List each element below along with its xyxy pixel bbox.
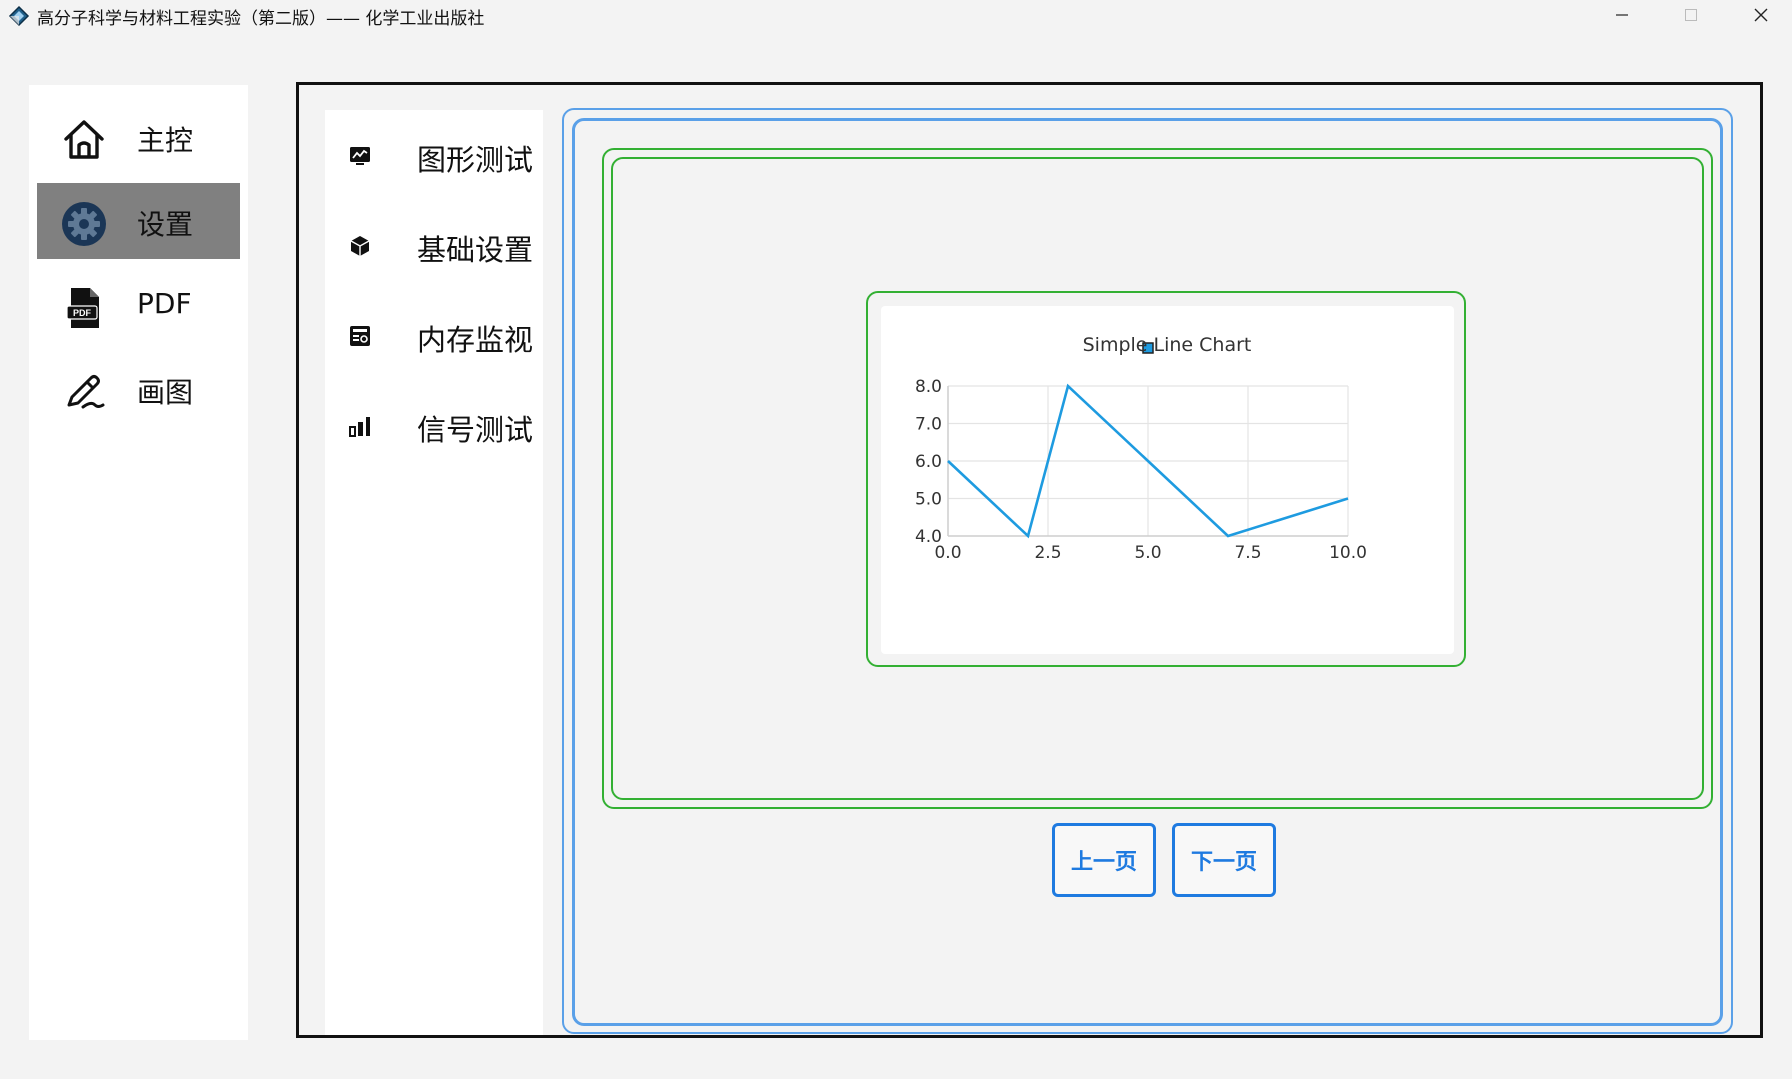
nav-label: 画图 <box>137 376 194 409</box>
app-logo-icon <box>8 5 30 27</box>
y-tick-label: 6.0 <box>915 452 942 472</box>
close-icon <box>1754 8 1768 22</box>
minimize-icon <box>1616 14 1628 16</box>
subnav-label: 基础设置 <box>417 233 534 267</box>
nav-label: 主控 <box>137 124 194 157</box>
prev-page-button[interactable]: 上一页 <box>1052 823 1156 897</box>
y-tick-label: 4.0 <box>915 527 942 547</box>
x-tick-labels: 0.0 2.5 5.0 7.5 10.0 <box>934 543 1366 563</box>
svg-text:PDF: PDF <box>73 308 92 318</box>
nav-item-draw[interactable]: 画图 <box>37 351 240 427</box>
pdf-file-icon: PDF <box>61 285 107 331</box>
maximize-icon <box>1685 9 1697 21</box>
chart-monitor-icon <box>347 143 373 169</box>
gear-icon <box>61 201 107 247</box>
nav-item-pdf[interactable]: PDF PDF <box>37 267 240 343</box>
subnav-label: 信号测试 <box>417 413 534 447</box>
y-tick-labels: 4.0 5.0 6.0 7.0 8.0 <box>915 377 942 547</box>
y-tick-label: 8.0 <box>915 377 942 397</box>
nav-label: 设置 <box>137 208 194 241</box>
maximize-button[interactable] <box>1663 0 1719 30</box>
x-tick-label: 10.0 <box>1329 543 1367 563</box>
line-chart: 0.0 2.5 5.0 7.5 10.0 4.05.06.07.08.0 Simple … <box>915 334 1367 563</box>
nav-item-main-control[interactable]: 主控 <box>37 99 240 175</box>
home-icon <box>61 117 107 163</box>
y-tick-label: 7.0 <box>915 415 942 435</box>
main-sidebar: 主控 设置 PDF PDF 画图 <box>29 85 248 1040</box>
cube-icon <box>347 233 373 259</box>
x-tick-label: 7.5 <box>1234 543 1261 563</box>
close-button[interactable] <box>1733 0 1789 30</box>
window-title: 高分子科学与材料工程实验（第二版）—— 化学工业出版社 <box>37 9 485 29</box>
subnav-label: 图形测试 <box>417 143 534 177</box>
pen-icon <box>61 369 107 415</box>
next-page-button[interactable]: 下一页 <box>1172 823 1276 897</box>
settings-subnav: 图形测试 基础设置 内存监视 信号测试 <box>325 110 543 1035</box>
y-tick-label: 5.0 <box>915 490 942 510</box>
subnav-item-graphics-test[interactable]: 图形测试 <box>347 131 537 181</box>
subnav-item-memory-monitor[interactable]: 内存监视 <box>347 311 537 361</box>
nav-item-settings[interactable]: 设置 <box>37 183 240 259</box>
signal-bars-icon <box>347 413 373 439</box>
memory-icon <box>347 323 373 349</box>
title-bar: 高分子科学与材料工程实验（第二版）—— 化学工业出版社 <box>0 0 1792 30</box>
subnav-label: 内存监视 <box>417 323 534 357</box>
x-tick-label: 5.0 <box>1134 543 1161 563</box>
nav-label: PDF <box>137 287 192 320</box>
subnav-item-basic-settings[interactable]: 基础设置 <box>347 221 537 271</box>
chart-title: Simple Line Chart <box>1083 334 1252 356</box>
minimize-button[interactable] <box>1594 0 1650 30</box>
subnav-item-signal-test[interactable]: 信号测试 <box>347 401 537 451</box>
x-tick-label: 2.5 <box>1034 543 1061 563</box>
